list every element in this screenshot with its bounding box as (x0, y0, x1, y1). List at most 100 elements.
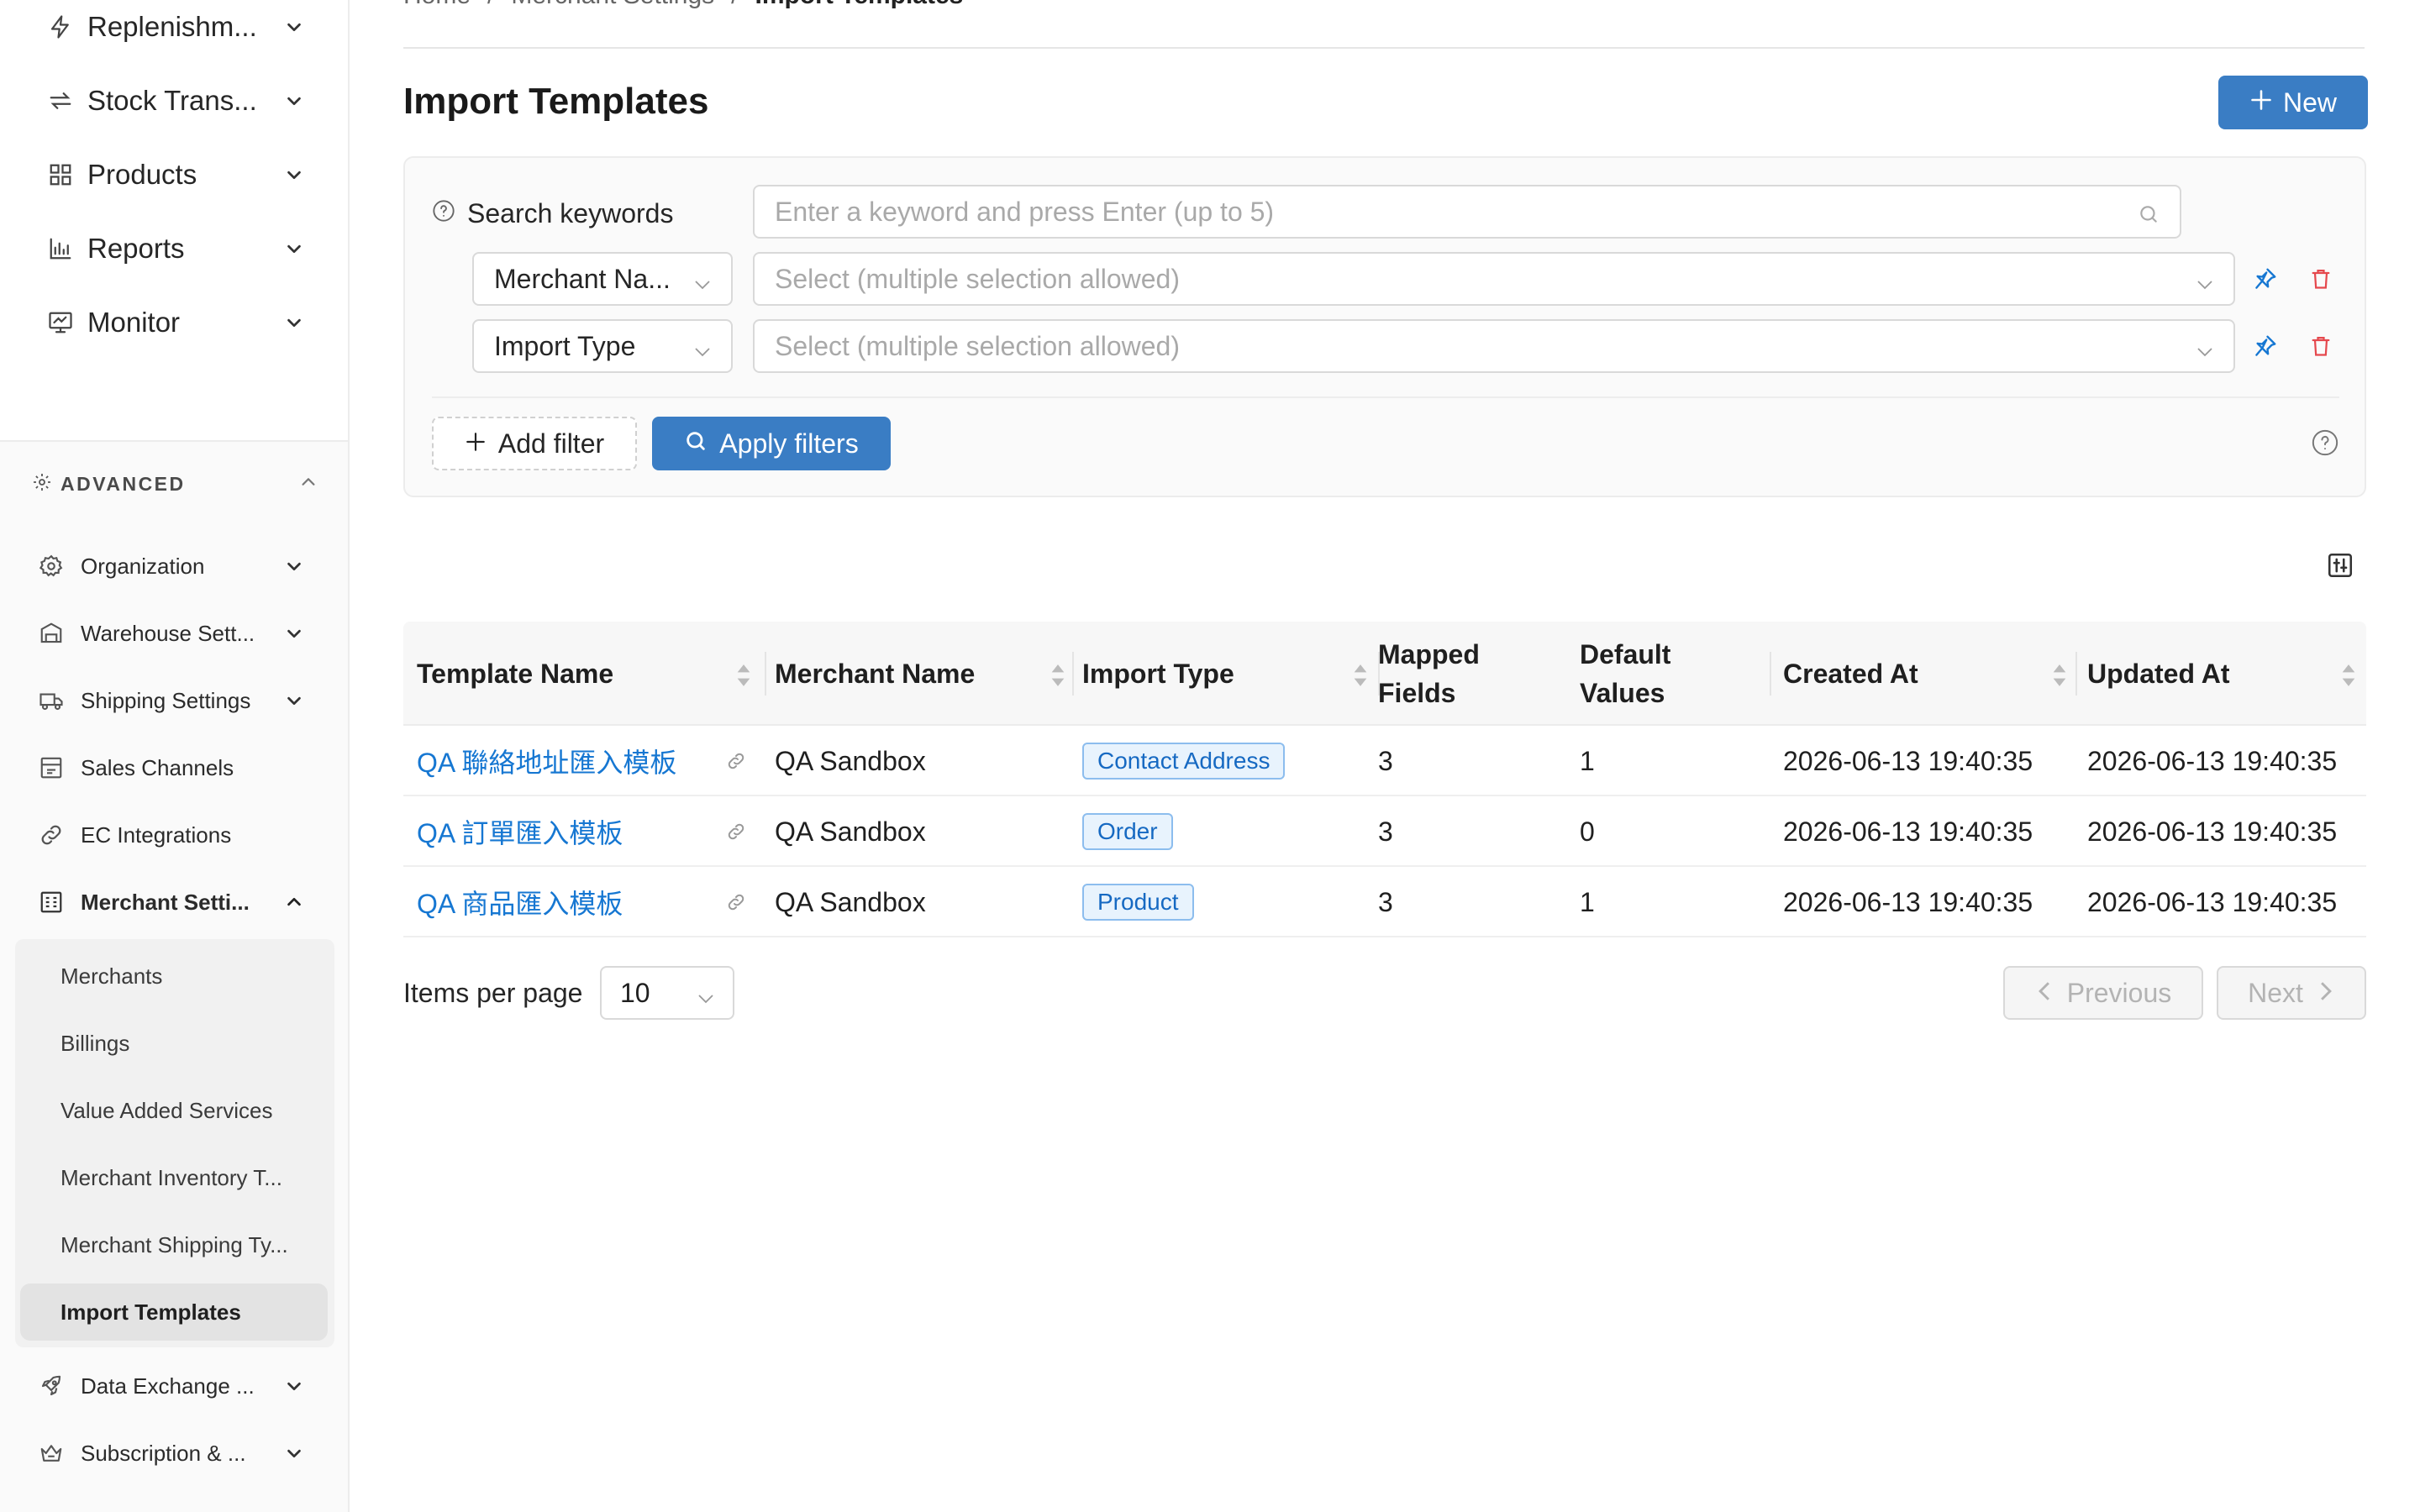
previous-page-button[interactable]: Previous (2003, 966, 2203, 1020)
chevron-down-icon (696, 984, 716, 1016)
mapped-fields-cell: 3 (1378, 886, 1393, 917)
sidebar-item-organization[interactable]: Organization (37, 543, 306, 590)
link-icon[interactable] (726, 822, 746, 846)
filter-field-select-merchant[interactable]: Merchant Na... (472, 252, 733, 306)
default-values-cell: 1 (1580, 745, 1595, 776)
template-name-link[interactable]: QA 訂單匯入模板 (417, 796, 623, 867)
filter-value-placeholder: Select (multiple selection allowed) (775, 330, 1180, 361)
column-header-created-at[interactable]: Created At (1783, 622, 2077, 726)
sidebar-item-ec-integrations[interactable]: EC Integrations (37, 811, 306, 858)
chevron-down-icon[interactable] (282, 163, 306, 186)
chevron-down-icon[interactable] (282, 237, 306, 260)
nav-item-monitor[interactable]: Monitor (45, 297, 306, 348)
sidebar-item-label: Organization (81, 553, 205, 579)
filter-value-select-import-type[interactable]: Select (multiple selection allowed) (753, 319, 2235, 373)
items-per-page-select[interactable]: 10 (600, 966, 734, 1020)
sort-icon[interactable] (1049, 660, 1067, 699)
sidebar-item-data-exchange[interactable]: Data Exchange ... (37, 1362, 306, 1410)
delete-filter-icon[interactable] (2306, 331, 2336, 361)
created-at-cell: 2026-06-13 19:40:35 (1783, 745, 2033, 776)
sidebar-item-value-added-services[interactable]: Value Added Services (20, 1082, 328, 1139)
default-values-cell: 1 (1580, 886, 1595, 917)
column-header-label: Default Values (1580, 639, 1671, 708)
new-button[interactable]: New (2218, 76, 2368, 129)
sidebar-item-warehouse-settings[interactable]: Warehouse Sett... (37, 610, 306, 657)
sidebar-item-merchant-shipping-types[interactable]: Merchant Shipping Ty... (20, 1216, 328, 1273)
nav-item-replenishment[interactable]: Replenishm... (45, 2, 306, 52)
next-page-button[interactable]: Next (2217, 966, 2366, 1020)
sort-icon[interactable] (2050, 660, 2069, 699)
template-name-link[interactable]: QA 聯絡地址匯入模板 (417, 726, 676, 796)
items-per-page-label: Items per page (403, 978, 583, 1008)
items-per-page-value: 10 (620, 977, 650, 1008)
keyword-search-input[interactable]: Enter a keyword and press Enter (up to 5… (753, 185, 2181, 239)
chevron-down-icon[interactable] (282, 1441, 306, 1465)
column-header-updated-at[interactable]: Updated At (2087, 622, 2366, 726)
advanced-section-header[interactable]: ADVANCED (32, 467, 318, 501)
truck-icon (37, 686, 66, 715)
sort-icon[interactable] (1351, 660, 1370, 699)
nav-item-stock-transfer[interactable]: Stock Trans... (45, 76, 306, 126)
search-keywords-label: Search keywords (432, 198, 673, 229)
breadcrumb-divider (403, 47, 2365, 49)
link-icon[interactable] (726, 892, 746, 916)
column-header-template-name[interactable]: Template Name (417, 622, 761, 726)
filter-value-select-merchant[interactable]: Select (multiple selection allowed) (753, 252, 2235, 306)
sort-icon[interactable] (2339, 660, 2358, 699)
sort-icon[interactable] (734, 660, 753, 699)
pin-icon[interactable] (2250, 264, 2281, 294)
nav-item-products[interactable]: Products (45, 150, 306, 200)
nav-item-label: Reports (87, 233, 185, 264)
table-row: QA 商品匯入模板 QA Sandbox Product 3 1 2026-06… (403, 867, 2366, 937)
nav-item-label: Products (87, 159, 197, 190)
column-header-merchant-name[interactable]: Merchant Name (775, 622, 1076, 726)
page-title: Import Templates (403, 81, 709, 122)
delete-filter-icon[interactable] (2306, 264, 2336, 294)
nav-item-reports[interactable]: Reports (45, 223, 306, 274)
sidebar-item-shipping-settings[interactable]: Shipping Settings (37, 677, 306, 724)
breadcrumb-home[interactable]: Home (403, 0, 471, 10)
sidebar-item-subscription[interactable]: Subscription & ... (37, 1430, 306, 1477)
filter-panel: Search keywords Enter a keyword and pres… (403, 156, 2366, 497)
breadcrumb-separator: / (731, 0, 738, 10)
import-type-cell: Order (1082, 796, 1173, 867)
chevron-up-icon[interactable] (282, 890, 306, 914)
chevron-down-icon[interactable] (282, 311, 306, 334)
sidebar-item-label: Data Exchange ... (81, 1373, 255, 1399)
sidebar-item-merchants[interactable]: Merchants (20, 948, 328, 1005)
search-icon (684, 428, 708, 459)
column-settings-icon[interactable] (2326, 551, 2354, 584)
chevron-up-icon[interactable] (299, 473, 318, 496)
chevron-down-icon[interactable] (282, 15, 306, 39)
sidebar-item-merchant-settings[interactable]: Merchant Setti... (37, 879, 306, 926)
sidebar-item-merchant-inventory-types[interactable]: Merchant Inventory T... (20, 1149, 328, 1206)
sidebar-item-import-templates[interactable]: Import Templates (20, 1284, 328, 1341)
chevron-down-icon[interactable] (282, 1374, 306, 1398)
chevron-down-icon[interactable] (282, 89, 306, 113)
sidebar-item-sales-channels[interactable]: Sales Channels (37, 744, 306, 791)
pin-icon[interactable] (2250, 331, 2281, 361)
sidebar-item-billings[interactable]: Billings (20, 1015, 328, 1072)
chevron-down-icon[interactable] (282, 622, 306, 645)
filter-field-select-import-type[interactable]: Import Type (472, 319, 733, 373)
import-templates-table: Template Name Merchant Name Import Type … (403, 622, 2366, 937)
new-button-label: New (2282, 87, 2337, 118)
apply-filters-button[interactable]: Apply filters (652, 417, 891, 470)
warehouse-icon (37, 619, 66, 648)
breadcrumb-separator: / (487, 0, 494, 10)
question-icon (432, 198, 455, 229)
column-header-import-type[interactable]: Import Type (1082, 622, 1378, 726)
chevron-down-icon[interactable] (282, 554, 306, 578)
link-icon[interactable] (726, 751, 746, 775)
plus-icon (2249, 87, 2273, 118)
merchant-name-cell: QA Sandbox (775, 886, 926, 917)
help-icon[interactable] (2311, 428, 2339, 461)
chevron-down-icon[interactable] (282, 689, 306, 712)
template-name-link[interactable]: QA 商品匯入模板 (417, 867, 623, 937)
chevron-left-icon (2035, 978, 2054, 1009)
chevron-right-icon (2317, 978, 2335, 1009)
breadcrumb-merchant-settings[interactable]: Merchant Settings (511, 0, 714, 10)
add-filter-button[interactable]: Add filter (432, 417, 637, 470)
column-separator (1770, 652, 1771, 696)
transfer-icon (45, 86, 76, 116)
